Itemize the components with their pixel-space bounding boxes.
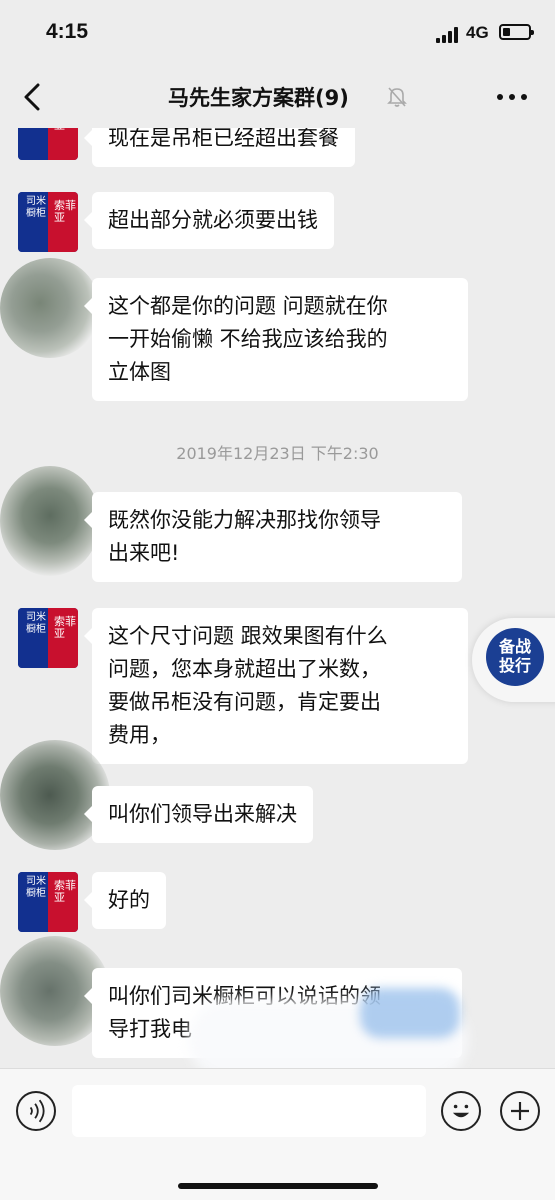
- redaction-smear: [360, 988, 460, 1038]
- signal-icon: [436, 27, 458, 43]
- message-text: 现在是吊柜已经超出套餐: [108, 128, 339, 150]
- nav-bar: 马先生家方案群(9): [0, 66, 555, 128]
- timestamp: 2019年12月23日 下午2:30: [176, 444, 379, 463]
- avatar[interactable]: 司米橱柜 索菲亚: [18, 608, 78, 668]
- status-time: 4:15: [46, 20, 89, 43]
- avatar-brand-right: 索菲亚: [48, 192, 78, 252]
- message-text: 问题，您本身就超出了米数，: [108, 657, 381, 681]
- battery-icon: [499, 24, 534, 40]
- message-text: 叫你们领导出来解决: [108, 802, 297, 826]
- more-icon[interactable]: [494, 84, 530, 110]
- avatar-brand-left: 司米橱柜: [18, 128, 48, 160]
- chat-title: 马先生家方案群(9): [168, 86, 349, 110]
- message-text: 立体图: [108, 360, 171, 384]
- message-text: 这个尺寸问题 跟效果图有什么: [108, 624, 388, 648]
- message-bubble[interactable]: 好的: [84, 872, 166, 929]
- message-text: 出来吧!: [108, 541, 180, 565]
- message-input[interactable]: [72, 1085, 426, 1137]
- message-bubble[interactable]: 现在是吊柜已经超出套餐: [84, 128, 355, 167]
- message-bubble[interactable]: 叫你们领导出来解决: [84, 786, 313, 843]
- avatar[interactable]: 司米橱柜 索菲亚: [18, 872, 78, 932]
- avatar-brand-left: 司米橱柜: [18, 872, 48, 932]
- message-bubble[interactable]: 既然你没能力解决那找你领导 出来吧!: [84, 492, 462, 582]
- message-text: 一开始偷懒 不给我应该给我的: [108, 327, 388, 351]
- avatar-brand-right: 索菲亚: [48, 608, 78, 668]
- avatar-brand-left: 司米橱柜: [18, 608, 48, 668]
- floating-widget-line1: 备战: [498, 637, 531, 656]
- message-text: 要做吊柜没有问题，肯定要出: [108, 690, 381, 714]
- message-text: 这个都是你的问题 问题就在你: [108, 294, 388, 318]
- plus-icon[interactable]: [500, 1091, 540, 1131]
- back-icon[interactable]: [20, 83, 46, 111]
- avatar-brand-right: 索菲亚: [48, 872, 78, 932]
- message-bubble[interactable]: 这个都是你的问题 问题就在你 一开始偷懒 不给我应该给我的 立体图: [84, 278, 468, 401]
- message-text: 费用，: [108, 723, 171, 747]
- emoji-icon[interactable]: [441, 1091, 481, 1131]
- message-text: 既然你没能力解决那找你领导: [108, 508, 381, 532]
- input-bar: [0, 1068, 555, 1200]
- message-bubble[interactable]: 这个尺寸问题 跟效果图有什么 问题，您本身就超出了米数， 要做吊柜没有问题，肯定…: [84, 608, 468, 764]
- message-text: 好的: [108, 888, 150, 912]
- avatar-brand-right: 索菲亚: [48, 128, 78, 160]
- floating-widget-line2: 投行: [498, 656, 531, 675]
- avatar-brand-left: 司米橱柜: [18, 192, 48, 252]
- status-bar: 4:15 4G: [0, 0, 555, 66]
- voice-icon[interactable]: [16, 1091, 56, 1131]
- avatar[interactable]: 司米橱柜 索菲亚: [18, 192, 78, 252]
- avatar[interactable]: 司米橱柜 索菲亚: [18, 128, 78, 160]
- message-bubble[interactable]: 超出部分就必须要出钱: [84, 192, 334, 249]
- home-indicator: [178, 1183, 378, 1189]
- mute-icon: [387, 87, 407, 107]
- floating-widget-badge[interactable]: 备战 投行: [486, 628, 544, 686]
- chat-area[interactable]: 司米橱柜 索菲亚 现在是吊柜已经超出套餐 司米橱柜 索菲亚 超出部分就必须要出钱…: [0, 128, 555, 1068]
- message-text: 超出部分就必须要出钱: [108, 208, 318, 232]
- floating-widget[interactable]: 备战 投行: [472, 618, 555, 702]
- network-type: 4G: [466, 23, 489, 42]
